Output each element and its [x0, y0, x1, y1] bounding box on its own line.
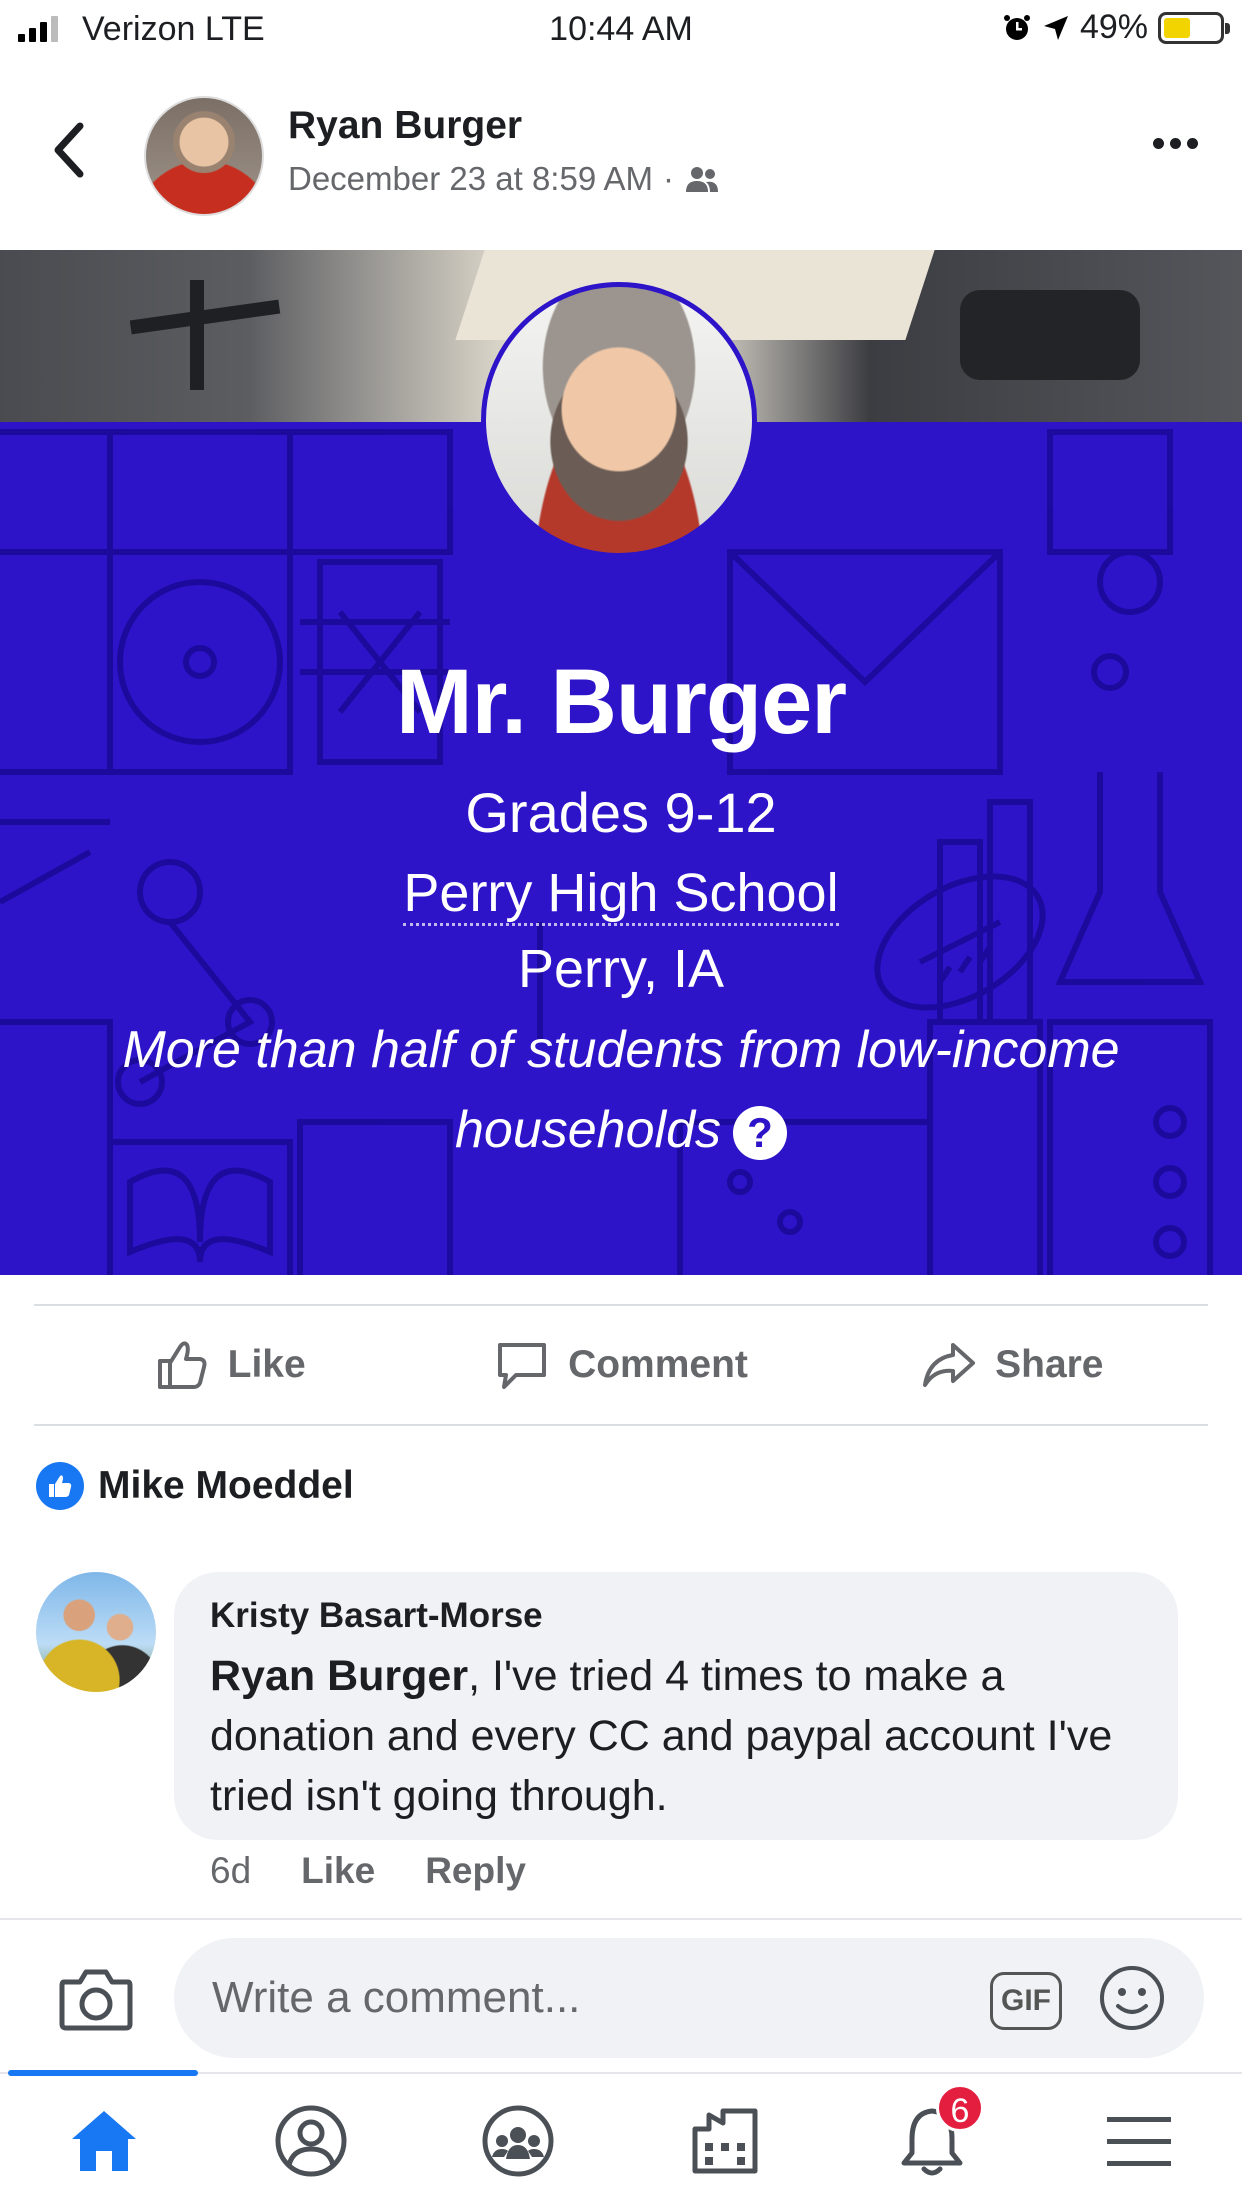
card-note-text: More than half of students from low-inco…	[122, 1021, 1120, 1159]
friends-icon	[686, 167, 719, 192]
card-income-note: More than half of students from low-inco…	[0, 1010, 1242, 1170]
bottom-nav: 6	[0, 2070, 1242, 2208]
groups-icon	[482, 2105, 553, 2177]
like-label: Like	[227, 1343, 306, 1386]
author-avatar[interactable]	[144, 96, 264, 216]
gif-button[interactable]: GIF	[990, 1972, 1062, 2030]
battery-icon	[1158, 11, 1230, 44]
status-right-group: 49%	[1002, 8, 1230, 47]
card-teacher-name: Mr. Burger	[395, 651, 847, 753]
active-tab-indicator	[8, 2070, 198, 2076]
comment-mention[interactable]: Ryan Burger	[210, 1652, 468, 1700]
card-location: Perry, IA	[517, 939, 725, 999]
comment-like-button[interactable]: Like	[301, 1850, 375, 1892]
card-grades: Grades 9-12	[465, 781, 777, 844]
share-arrow-icon	[923, 1343, 976, 1387]
nav-profile[interactable]	[207, 2074, 414, 2208]
back-chevron-icon[interactable]	[48, 120, 92, 180]
meta-separator: ·	[663, 160, 675, 197]
divider	[34, 1424, 1208, 1426]
post-timestamp[interactable]: December 23 at 8:59 AM	[288, 160, 653, 198]
comment-input[interactable]	[212, 1938, 972, 2058]
comment-meta: 6d Like Reply	[210, 1850, 526, 1892]
nav-notifications[interactable]: 6	[828, 2074, 1035, 2208]
camera-icon[interactable]	[58, 1966, 134, 2032]
comment-reply-button[interactable]: Reply	[425, 1850, 526, 1892]
like-reaction-icon	[36, 1462, 84, 1510]
nav-marketplace[interactable]	[621, 2074, 828, 2208]
more-options-icon[interactable]	[1153, 138, 1198, 149]
post-card[interactable]: Mr. Burger Grades 9-12 Perry High School…	[0, 250, 1242, 1275]
comment-label: Comment	[568, 1343, 748, 1386]
teacher-photo	[481, 282, 757, 558]
post-author-name[interactable]: Ryan Burger	[288, 104, 522, 148]
comment-author[interactable]: Kristy Basart-Morse	[210, 1596, 1142, 1636]
like-button[interactable]: Like	[34, 1306, 425, 1424]
thumbs-up-icon	[157, 1341, 207, 1389]
emoji-icon[interactable]	[1098, 1964, 1166, 2032]
alarm-icon	[1003, 14, 1030, 40]
nav-menu[interactable]	[1035, 2074, 1242, 2208]
share-button[interactable]: Share	[817, 1306, 1208, 1424]
nav-home[interactable]	[0, 2070, 207, 2208]
share-label: Share	[995, 1343, 1104, 1386]
reaction-names: Mike Moeddel	[98, 1464, 354, 1507]
commenter-avatar[interactable]	[36, 1572, 156, 1692]
help-icon[interactable]: ?	[733, 1106, 787, 1161]
comment-age: 6d	[210, 1850, 252, 1891]
profile-icon	[275, 2105, 346, 2177]
location-arrow-icon	[1043, 15, 1068, 40]
post-actions: Like Comment Share	[34, 1306, 1208, 1424]
divider	[0, 1918, 1242, 1920]
comment-bubble[interactable]: Kristy Basart-Morse Ryan Burger, I've tr…	[174, 1572, 1178, 1840]
home-icon	[71, 2111, 136, 2171]
reaction-summary[interactable]: Mike Moeddel	[36, 1462, 354, 1510]
battery-percent: 49%	[1079, 8, 1148, 46]
comment-bubble-icon	[498, 1343, 547, 1389]
nav-groups[interactable]	[414, 2074, 621, 2208]
comment-button[interactable]: Comment	[425, 1306, 816, 1424]
status-bar: Verizon LTE 10:44 AM 49%	[0, 0, 1242, 60]
card-school: Perry High School	[0, 862, 1242, 926]
card-school-link[interactable]: Perry High School	[403, 863, 839, 926]
menu-icon	[1106, 2117, 1171, 2166]
post-header: Ryan Burger December 23 at 8:59 AM ·	[0, 60, 1242, 250]
notifications-badge: 6	[936, 2084, 984, 2132]
post-meta: December 23 at 8:59 AM ·	[288, 160, 720, 198]
marketplace-icon	[692, 2108, 757, 2174]
comment-text: Ryan Burger, I've tried 4 times to make …	[210, 1646, 1142, 1826]
comment-composer[interactable]: GIF	[174, 1938, 1204, 2058]
